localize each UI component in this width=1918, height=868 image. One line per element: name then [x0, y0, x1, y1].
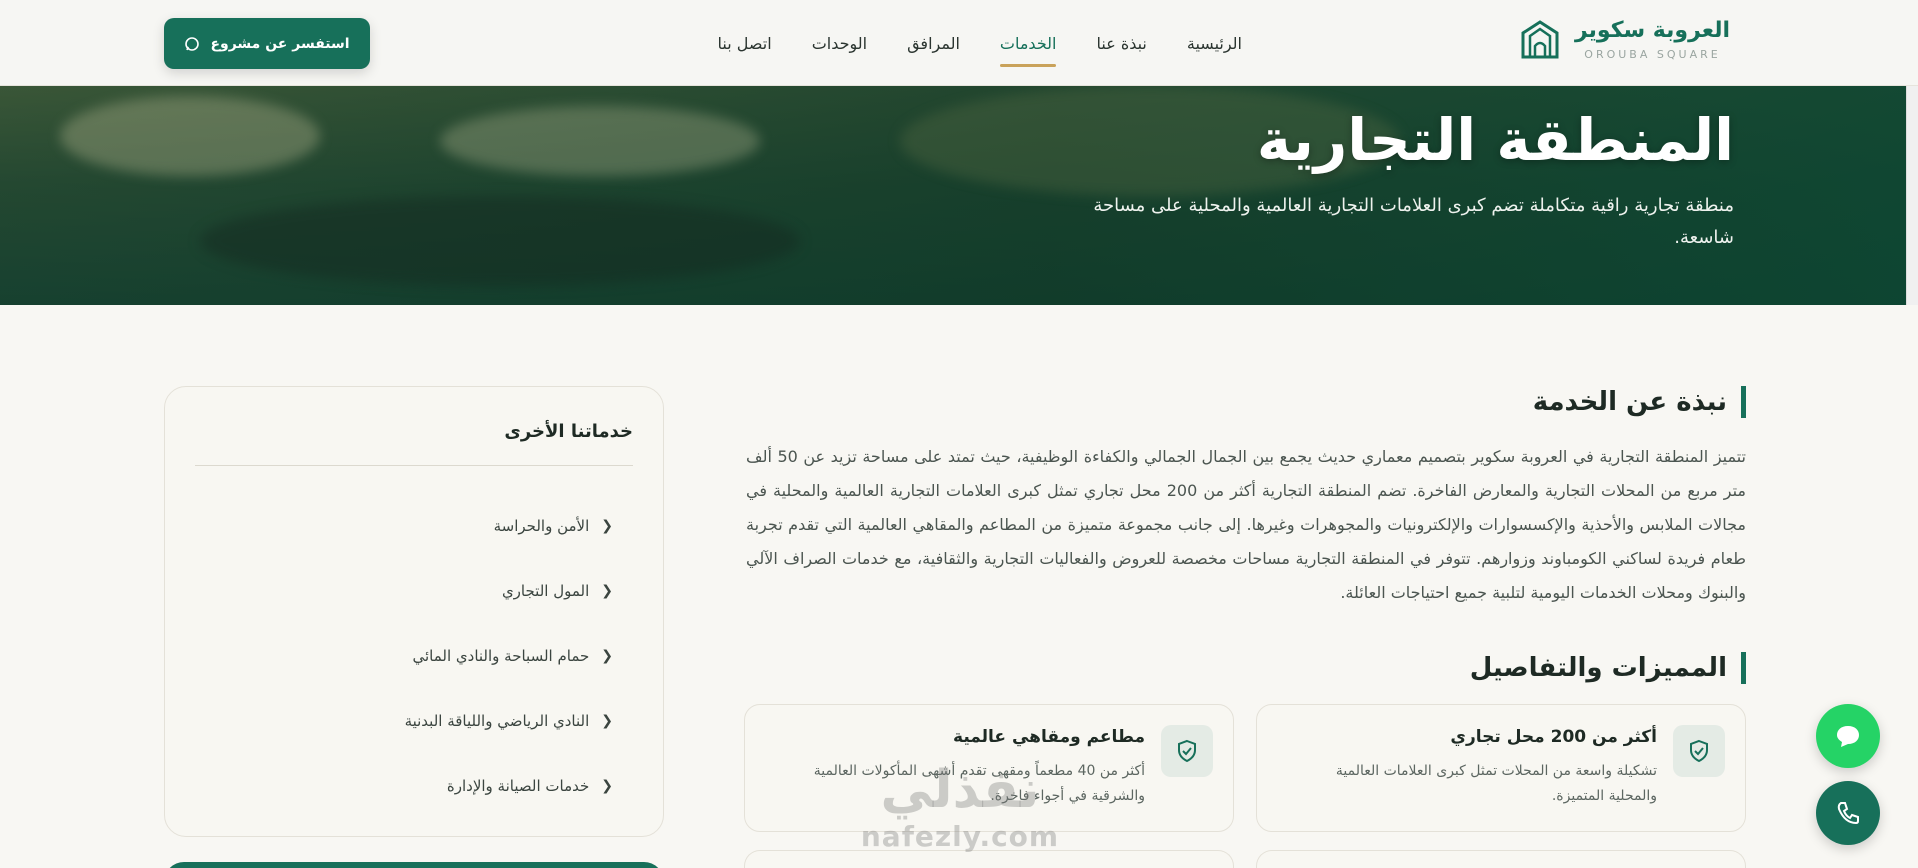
logo-arabic-name: العروبة سكوير [1574, 18, 1730, 43]
logo-text: العروبة سكوير OROUBA SQUARE [1575, 18, 1730, 61]
chevron-left-icon: ❮ [601, 713, 613, 729]
sidebar-item-mall[interactable]: ❮ المول التجاري [502, 582, 613, 600]
nav-contact[interactable]: اتصل بنا [718, 26, 772, 61]
chevron-left-icon: ❮ [601, 518, 613, 534]
chevron-left-icon: ❮ [601, 583, 613, 599]
features-section-title: المميزات والتفاصيل [1470, 652, 1746, 684]
sidebar-title: خدماتنا الأخرى [504, 421, 633, 442]
about-text: تتميز المنطقة التجارية في العروبة سكوير … [746, 447, 1747, 602]
feature-title: أكثر من 200 محل تجاري [1450, 727, 1657, 747]
scrollbar[interactable] [1906, 86, 1918, 305]
other-services-sidebar: خدماتنا الأخرى ❮ الأمن والحراسة ❮ المول … [164, 386, 664, 837]
feature-card: مطاعم ومقاهي عالمية أكثر من 40 مطعماً وم… [744, 704, 1234, 832]
phone-icon [1837, 802, 1859, 825]
inquire-project-button[interactable]: استفسر عن مشروع [164, 18, 370, 69]
nav-units[interactable]: الوحدات [812, 26, 867, 61]
sidebar-item-label: المول التجاري [501, 582, 590, 600]
nav-services[interactable]: الخدمات [999, 26, 1056, 67]
sidebar-item-security[interactable]: ❮ الأمن والحراسة [494, 517, 613, 535]
sidebar-item-maintenance[interactable]: ❮ خدمات الصيانة والإدارة [447, 777, 613, 795]
logo-english-name: OROUBA SQUARE [1584, 48, 1721, 61]
hero-subtitle: منطقة تجارية راقية متكاملة تضم كبرى العل… [1093, 195, 1734, 248]
feature-description: تشكيلة واسعة من المحلات تمثل كبرى العلام… [1335, 763, 1657, 804]
cta-label: استفسر عن مشروع [210, 35, 350, 52]
nav-facilities[interactable]: المرافق [907, 26, 960, 61]
about-section-title: نبذة عن الخدمة [1533, 386, 1746, 418]
sidebar-item-gym[interactable]: ❮ النادي الرياضي واللياقة البدنية [405, 712, 613, 730]
main-nav: الرئيسية نبذة عنا الخدمات المرافق الوحدا… [718, 0, 1242, 86]
feature-card: أكثر من 200 محل تجاري تشكيلة واسعة من ال… [1256, 704, 1746, 832]
shield-check-icon [1161, 725, 1213, 777]
nav-home[interactable]: الرئيسية [1187, 26, 1242, 61]
shield-check-icon [1673, 725, 1725, 777]
phone-button[interactable] [1816, 781, 1880, 845]
chevron-left-icon: ❮ [601, 648, 613, 664]
sidebar-item-pool[interactable]: ❮ حمام السباحة والنادي المائي [412, 647, 613, 665]
feature-card-partial [1256, 850, 1746, 868]
chat-bubble-icon [1837, 726, 1859, 747]
sidebar-item-label: الأمن والحراسة [493, 517, 590, 535]
feature-card-partial [744, 850, 1234, 868]
whatsapp-icon [185, 36, 200, 51]
hero-banner: المنطقة التجارية منطقة تجارية راقية متكا… [0, 86, 1906, 305]
feature-title: مطاعم ومقاهي عالمية [953, 727, 1145, 747]
sidebar-item-label: النادي الرياضي واللياقة البدنية [404, 712, 590, 730]
nav-about[interactable]: نبذة عنا [1096, 26, 1146, 61]
sidebar-item-label: خدمات الصيانة والإدارة [446, 777, 590, 795]
umbrella-shape [60, 96, 320, 176]
sidebar-bottom-card [164, 862, 664, 868]
sidebar-divider [195, 465, 633, 466]
logo[interactable]: العروبة سكوير OROUBA SQUARE [1519, 18, 1730, 61]
hero-title: المنطقة التجارية [1256, 106, 1734, 174]
sidebar-item-label: حمام السباحة والنادي المائي [412, 647, 590, 665]
umbrella-shape [440, 106, 760, 176]
feature-description: أكثر من 40 مطعماً ومقهى تقدم أشهى المأكو… [813, 763, 1145, 804]
building-logo-icon [1521, 19, 1559, 58]
crowd-shape [200, 196, 800, 286]
chevron-left-icon: ❮ [601, 778, 613, 794]
chat-button[interactable] [1816, 704, 1880, 768]
site-header: العروبة سكوير OROUBA SQUARE الرئيسية نبذ… [0, 0, 1918, 86]
